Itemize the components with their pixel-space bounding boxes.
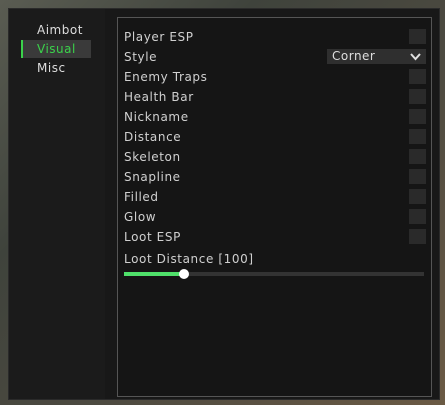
sidebar-item-aimbot[interactable]: Aimbot	[21, 21, 91, 39]
sidebar-item-visual[interactable]: Visual	[21, 40, 91, 58]
enemy-traps-label: Enemy Traps	[124, 70, 208, 84]
distance-checkbox[interactable]	[409, 129, 426, 144]
glow-row: Glow	[124, 209, 426, 225]
style-row: Style Corner	[124, 49, 426, 65]
loot-esp-checkbox[interactable]	[409, 229, 426, 244]
distance-label: Distance	[124, 130, 182, 144]
health-bar-checkbox[interactable]	[409, 89, 426, 104]
distance-row: Distance	[124, 129, 426, 145]
loot-distance-thumb[interactable]	[179, 269, 189, 279]
loot-distance-fill	[124, 272, 184, 276]
filled-label: Filled	[124, 190, 159, 204]
player-esp-checkbox[interactable]	[409, 29, 426, 44]
sidebar: Aimbot Visual Misc	[9, 9, 105, 399]
snapline-checkbox[interactable]	[409, 169, 426, 184]
style-select-value: Corner	[332, 49, 376, 63]
loot-esp-label: Loot ESP	[124, 230, 181, 244]
loot-distance-label: Loot Distance [100]	[124, 252, 254, 266]
nickname-label: Nickname	[124, 110, 189, 124]
glow-checkbox[interactable]	[409, 209, 426, 224]
nickname-checkbox[interactable]	[409, 109, 426, 124]
player-esp-label: Player ESP	[124, 30, 194, 44]
skeleton-label: Skeleton	[124, 150, 181, 164]
cheat-menu-window: Aimbot Visual Misc Player ESP Style Corn…	[8, 8, 440, 400]
snapline-row: Snapline	[124, 169, 426, 185]
filled-row: Filled	[124, 189, 426, 205]
loot-distance-slider[interactable]	[124, 269, 424, 279]
style-select[interactable]: Corner	[327, 49, 426, 64]
enemy-traps-row: Enemy Traps	[124, 69, 426, 85]
health-bar-label: Health Bar	[124, 90, 194, 104]
skeleton-checkbox[interactable]	[409, 149, 426, 164]
player-esp-row: Player ESP	[124, 29, 426, 45]
snapline-label: Snapline	[124, 170, 181, 184]
nickname-row: Nickname	[124, 109, 426, 125]
skeleton-row: Skeleton	[124, 149, 426, 165]
health-bar-row: Health Bar	[124, 89, 426, 105]
glow-label: Glow	[124, 210, 157, 224]
loot-esp-row: Loot ESP	[124, 229, 426, 245]
chevron-down-icon	[410, 53, 421, 61]
enemy-traps-checkbox[interactable]	[409, 69, 426, 84]
style-label: Style	[124, 50, 158, 64]
sidebar-item-misc[interactable]: Misc	[21, 59, 91, 77]
visual-panel: Player ESP Style Corner Enemy Traps Heal…	[117, 17, 432, 397]
filled-checkbox[interactable]	[409, 189, 426, 204]
